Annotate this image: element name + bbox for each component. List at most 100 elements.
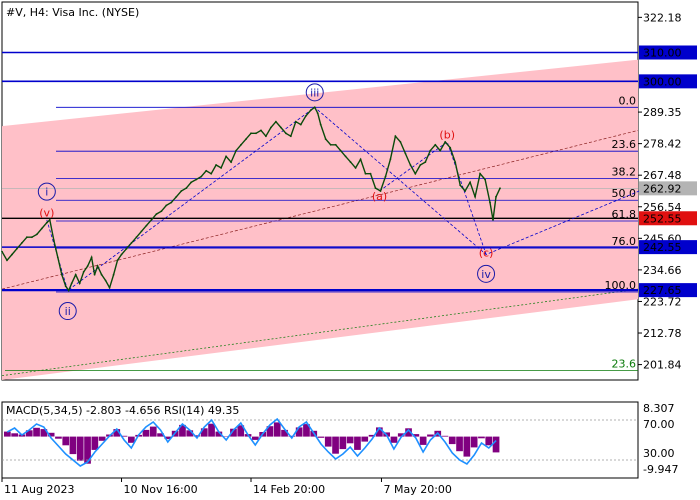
price-point <box>294 120 297 123</box>
price-tag-label: 262.92 <box>643 182 682 195</box>
price-point <box>31 236 33 239</box>
price-point <box>130 242 133 244</box>
macd-bar <box>324 436 332 447</box>
price-tag-label: 252.55 <box>643 212 682 225</box>
price-point <box>265 135 267 138</box>
macd-bar <box>76 436 84 461</box>
price-chart[interactable]: 23.6 0.023.638.250.061.876.0100.0 i(v)ii… <box>0 0 700 500</box>
price-point <box>492 219 494 221</box>
macd-bar <box>273 422 281 437</box>
macd-bar <box>149 426 157 437</box>
macd-bar <box>295 427 303 437</box>
price-point <box>399 141 402 143</box>
price-point <box>60 273 63 276</box>
macd-bar <box>485 436 493 446</box>
price-point <box>319 123 322 126</box>
price-point <box>454 161 457 164</box>
macd-bar <box>463 436 471 457</box>
macd-bar <box>33 427 40 437</box>
price-point <box>100 273 103 276</box>
macd-bar <box>339 436 347 450</box>
macd-bar <box>456 436 463 452</box>
price-point <box>104 279 107 282</box>
price-point <box>45 221 48 224</box>
macd-bar <box>128 436 135 443</box>
price-point <box>280 126 282 129</box>
price-tick-label: 278.42 <box>643 138 682 151</box>
price-point <box>78 282 81 285</box>
wave-label: iii <box>310 86 319 99</box>
time-axis: 11 Aug 2023 10 Nov 16:00 14 Feb 20:00 7 May… <box>1 478 452 496</box>
price-point <box>90 256 93 259</box>
price-point <box>235 149 238 152</box>
price-point <box>324 138 327 141</box>
price-tick-label: 234.66 <box>643 264 682 277</box>
price-point <box>459 184 462 187</box>
price-point <box>70 282 73 285</box>
macd-bar <box>354 436 361 450</box>
price-point <box>6 259 8 262</box>
price-point <box>250 132 252 135</box>
price-tag-label: 242.55 <box>643 241 682 254</box>
macd-bar <box>390 436 398 443</box>
price-point <box>225 155 228 158</box>
chart-window: 23.6 0.0 23.6 38.2 50.0 61.8 76.0 100.0 i (v) ii… <box>0 0 700 500</box>
price-point <box>195 178 198 181</box>
price-point <box>424 161 427 164</box>
price-point <box>429 149 432 152</box>
price-point <box>384 175 387 178</box>
price-point <box>489 201 491 204</box>
macd-bar <box>91 436 99 450</box>
macd-bar <box>441 435 449 437</box>
price-point <box>108 286 111 289</box>
price-point <box>419 164 422 166</box>
price-point <box>389 158 392 161</box>
price-point <box>210 172 213 175</box>
price-point <box>499 187 501 190</box>
indicator-label: MACD(5,34,5) -2.803 -4.656 RSI(14) 49.35 <box>6 404 239 417</box>
wave-label: (a) <box>372 190 387 203</box>
price-point <box>464 190 466 192</box>
macd-bar <box>4 431 11 437</box>
price-point <box>36 233 38 236</box>
macd-bar <box>98 436 106 441</box>
price-point <box>299 123 302 126</box>
price-point <box>270 126 272 129</box>
macd-bar <box>62 436 70 446</box>
macd-bar <box>55 436 62 439</box>
price-point <box>220 167 223 169</box>
price-point <box>155 213 158 216</box>
price-point <box>316 112 319 114</box>
price-tag-label: 227.65 <box>643 284 682 297</box>
price-point <box>484 178 486 181</box>
wave-label: (v) <box>39 207 54 220</box>
price-point <box>230 161 233 164</box>
price-point <box>135 236 138 239</box>
price-point <box>479 172 481 175</box>
macd-bar <box>208 423 215 437</box>
price-point <box>86 265 89 267</box>
price-point <box>190 181 193 184</box>
macd-bar <box>427 434 434 437</box>
price-point <box>150 219 153 221</box>
price-point <box>16 247 18 250</box>
price-point <box>180 190 183 192</box>
wave-label: iv <box>481 268 491 281</box>
price-point <box>170 201 173 204</box>
macd-bar <box>478 436 485 439</box>
price-point <box>120 253 123 256</box>
price-point <box>240 143 242 146</box>
macd-bar <box>332 436 339 454</box>
price-point <box>313 106 316 109</box>
price-point <box>200 175 203 178</box>
price-point <box>495 195 497 198</box>
price-point <box>414 172 417 175</box>
price-point <box>359 158 362 161</box>
price-point <box>469 181 471 184</box>
time-tick-label: 7 May 20:00 <box>383 483 451 496</box>
price-point <box>160 210 163 213</box>
fib-label: 61.8 <box>612 208 637 221</box>
price-point <box>255 132 257 135</box>
price-point <box>339 149 342 152</box>
price-point <box>369 172 372 175</box>
